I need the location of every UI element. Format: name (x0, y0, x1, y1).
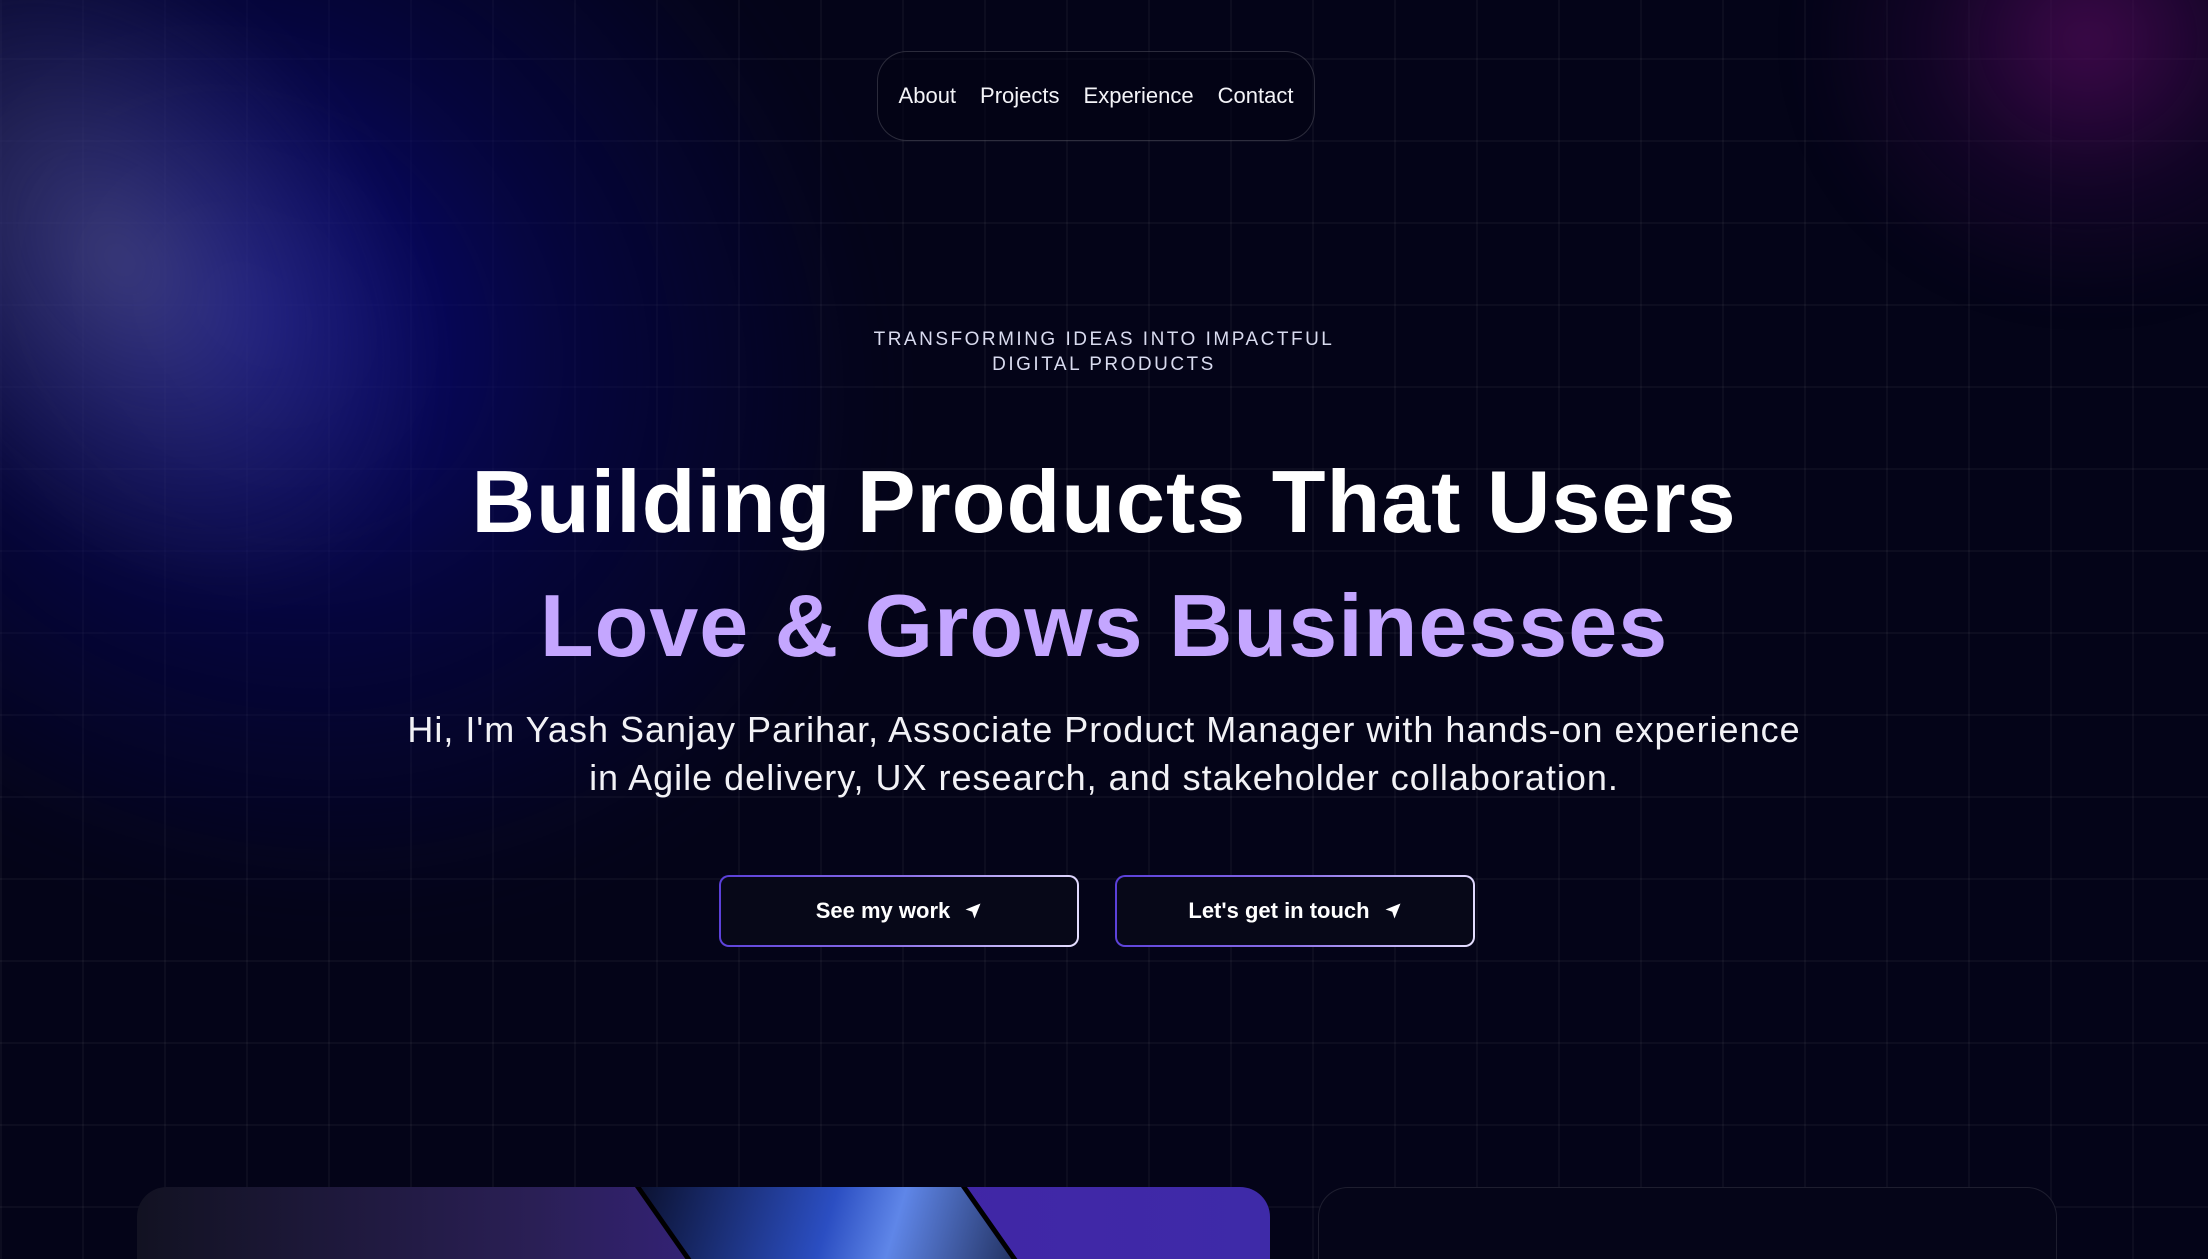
hero-kicker-line1: TRANSFORMING IDEAS INTO IMPACTFUL (873, 329, 1335, 350)
hero-headline: Building Products That Users Love & Grow… (0, 440, 2208, 688)
see-my-work-label: See my work (815, 898, 951, 923)
nav-item-projects[interactable]: Projects (980, 83, 1059, 109)
get-in-touch-button[interactable]: Let's get in touch (1115, 875, 1475, 947)
headline-line2: Love & Grows Businesses (539, 576, 1669, 675)
project-card-featured[interactable] (137, 1187, 1270, 1259)
hero-kicker: TRANSFORMING IDEAS INTO IMPACTFUL DIGITA… (0, 327, 2208, 377)
page: About Projects Experience Contact TRANSF… (0, 0, 2208, 1259)
nav-item-experience[interactable]: Experience (1084, 83, 1194, 109)
get-in-touch-label: Let's get in touch (1188, 898, 1370, 923)
hero-kicker-line2: DIGITAL PRODUCTS (992, 354, 1216, 375)
purple-corner-glow (1808, 0, 2208, 300)
device-mockup-image (627, 1187, 1059, 1259)
nav-item-contact[interactable]: Contact (1218, 83, 1294, 109)
hero-intro: Hi, I'm Yash Sanjay Parihar, Associate P… (407, 709, 1801, 798)
top-nav: About Projects Experience Contact (877, 51, 1315, 141)
project-card-secondary[interactable] (1318, 1187, 2057, 1259)
send-arrow-icon (1385, 903, 1401, 919)
see-my-work-button[interactable]: See my work (719, 875, 1079, 947)
nav-item-about[interactable]: About (899, 83, 957, 109)
headline-line1: Building Products That Users (471, 452, 1737, 551)
send-arrow-icon (965, 903, 981, 919)
